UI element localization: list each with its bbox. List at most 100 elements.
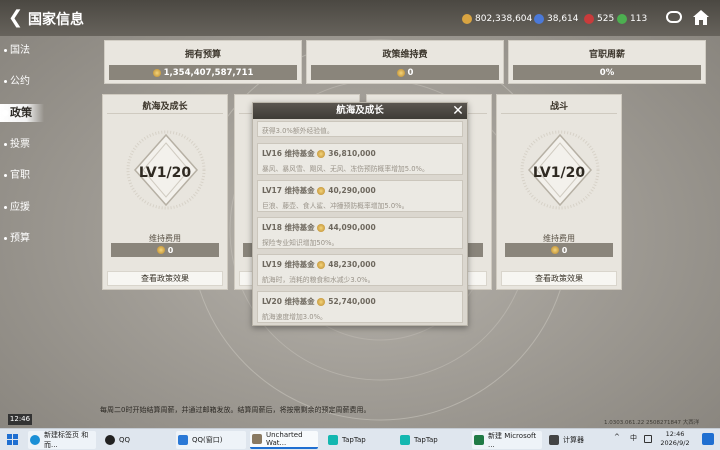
nav-label: 国法 <box>10 45 30 56</box>
tray-chevron-icon[interactable]: ^ <box>614 433 620 441</box>
notification-icon[interactable] <box>702 433 714 445</box>
stat-value: 0 <box>407 67 414 78</box>
view-policy-effect-button[interactable]: 查看政策效果 <box>501 271 617 286</box>
nav-label: 公约 <box>10 76 30 87</box>
taskbar-label: 计算器 <box>563 436 584 444</box>
fund-amount: 44,090,000 <box>328 223 376 232</box>
back-arrow-icon[interactable]: ❮ <box>8 7 26 29</box>
taskbar: 新建标签页 和而... QQ QQ(窗口) Uncharted Wat... T… <box>0 428 720 450</box>
taskbar-app-edge[interactable]: 新建标签页 和而... <box>28 431 96 449</box>
level-label: LV16 <box>262 149 282 158</box>
close-icon[interactable]: ✕ <box>451 104 465 118</box>
green-token-icon <box>617 14 627 24</box>
nav-label: 预算 <box>10 233 30 244</box>
level-list[interactable]: 获得3.0%额外经验值。 LV16 维持基金 36,810,000 暴风、暴风雪… <box>257 121 463 323</box>
list-item: LV19 维持基金 48,230,000 航海时，消耗的粮食和水减少3.0%。 <box>257 254 463 286</box>
gem-value: 38,614 <box>547 14 579 24</box>
taskbar-app-taptap-1[interactable]: TapTap <box>326 431 390 449</box>
view-policy-effect-button[interactable]: 查看政策效果 <box>107 271 223 286</box>
taskbar-app-excel[interactable]: 新建 Microsoft ... <box>472 431 542 449</box>
clock-date: 2026/9/2 <box>660 439 690 447</box>
version-text: 1.0303.061.22 2508271847 大西洋 <box>604 420 700 426</box>
card-fee-value: 0 <box>561 245 568 255</box>
nav-item-law[interactable]: 国法 <box>0 42 44 60</box>
popup-title: 航海及成长 <box>336 105 384 116</box>
page-title: 国家信息 <box>28 12 84 28</box>
divider <box>501 113 617 114</box>
stat-value-bar: 1,354,407,587,711 <box>109 65 297 80</box>
chat-icon[interactable] <box>666 11 682 23</box>
level-desc: 航海速度增加3.0%。 <box>262 313 327 321</box>
qq-window-icon <box>178 435 188 445</box>
calculator-icon <box>549 435 559 445</box>
fund-amount: 36,810,000 <box>328 149 376 158</box>
keyboard-icon[interactable] <box>644 435 652 443</box>
edge-icon <box>30 435 40 445</box>
nav-item-vote[interactable]: 投票 <box>0 136 44 154</box>
card-fee-bar: 0 <box>505 243 613 257</box>
list-item: LV17 维持基金 40,290,000 巨浪、藤壶、食人鲨、冲撞预防概率增加5… <box>257 180 463 212</box>
policy-card-navigation: 航海及成长 LV1/20 维持费用 0 查看政策效果 <box>102 94 228 290</box>
taptap-icon <box>400 435 410 445</box>
stat-value-bar: 0% <box>513 65 701 80</box>
card-title: 航海及成长 <box>142 102 188 112</box>
taskbar-app-calculator[interactable]: 计算器 <box>547 431 603 449</box>
bullet-icon <box>4 49 7 52</box>
home-icon[interactable] <box>692 9 710 27</box>
nav-label: 应援 <box>10 202 30 213</box>
game-icon <box>252 434 262 444</box>
taskbar-label: QQ <box>119 436 131 444</box>
gem-resource: 38,614 <box>534 12 579 26</box>
level-desc: 暴风、暴风雪、飓风、无风、冻伤预防概率增加5.0%。 <box>262 165 429 173</box>
taskbar-label: 新建 Microsoft ... <box>488 432 537 449</box>
level-header: LV17 维持基金 40,290,000 <box>262 185 376 196</box>
nav-item-office[interactable]: 官职 <box>0 167 44 185</box>
ime-indicator[interactable]: 中 <box>630 433 637 443</box>
taskbar-app-qq[interactable]: QQ <box>103 431 165 449</box>
card-fee-value: 0 <box>167 245 174 255</box>
coin-bag-icon <box>156 246 165 254</box>
taskbar-app-qq-window[interactable]: QQ(窗口) <box>176 431 246 449</box>
fund-label: 维持基金 <box>284 260 315 269</box>
taskbar-label: 新建标签页 和而... <box>44 431 89 449</box>
list-item: LV20 维持基金 52,740,000 航海速度增加3.0%。 <box>257 291 463 323</box>
bullet-icon <box>4 143 7 146</box>
bullet-icon <box>2 110 8 116</box>
divider <box>107 113 223 114</box>
nav-label: 投票 <box>10 139 30 150</box>
qq-icon <box>105 435 115 445</box>
windows-start-icon[interactable] <box>7 434 18 445</box>
fund-amount: 48,230,000 <box>328 260 376 269</box>
gem-icon <box>534 14 544 24</box>
level-header: LV16 维持基金 36,810,000 <box>262 148 376 159</box>
time-badge: 12:46 <box>8 414 32 425</box>
level-desc: 探险专业知识增加50%。 <box>262 239 339 247</box>
coin-bag-icon <box>317 149 326 158</box>
nav-item-support[interactable]: 应援 <box>0 199 44 217</box>
coin-bag-icon <box>317 186 326 195</box>
nav-item-policy[interactable]: 政策 <box>0 104 44 122</box>
bullet-icon <box>4 174 7 177</box>
level-desc: 航海时，消耗的粮食和水减少3.0%。 <box>262 276 375 284</box>
excel-icon <box>474 435 484 445</box>
list-item: 获得3.0%额外经验值。 <box>257 121 463 137</box>
popup-header: 航海及成长 ✕ <box>253 103 467 119</box>
level-label: LV20 <box>262 297 282 306</box>
bullet-icon <box>4 237 7 240</box>
nav-item-convention[interactable]: 公约 <box>0 73 44 91</box>
level-header: LV19 维持基金 48,230,000 <box>262 259 376 270</box>
card-fee-bar: 0 <box>111 243 219 257</box>
stat-budget: 拥有预算 1,354,407,587,711 <box>104 40 302 84</box>
nav-label: 政策 <box>10 106 32 119</box>
coin-bag-icon <box>317 223 326 232</box>
clock[interactable]: 12:46 2026/9/2 <box>655 430 695 448</box>
nav-item-budget[interactable]: 预算 <box>0 230 44 248</box>
taskbar-app-taptap-2[interactable]: TapTap <box>398 431 464 449</box>
coin-bag-icon <box>550 246 559 254</box>
list-item: LV18 维持基金 44,090,000 探险专业知识增加50%。 <box>257 217 463 249</box>
taskbar-app-game[interactable]: Uncharted Wat... <box>250 431 318 449</box>
stat-label: 拥有预算 <box>184 50 221 60</box>
ruby-value: 525 <box>597 14 615 24</box>
stat-salary: 官职周薪 0% <box>508 40 706 84</box>
card-level: LV1/20 <box>532 165 586 181</box>
